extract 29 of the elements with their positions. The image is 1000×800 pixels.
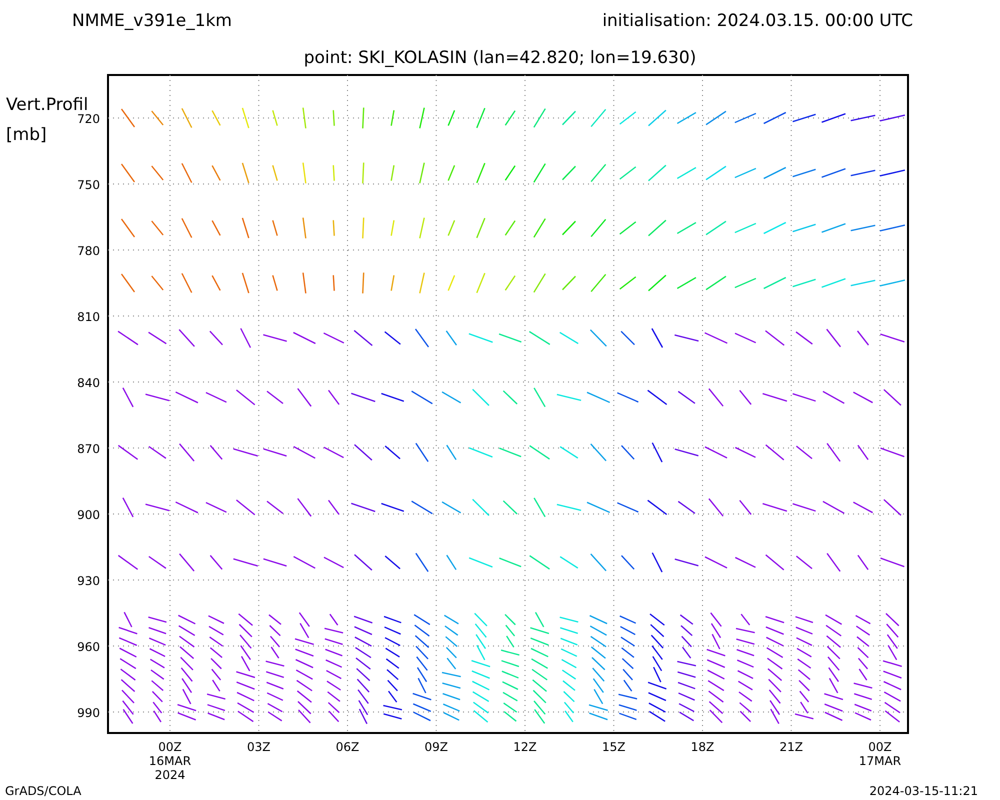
x-tick-label: 12Z [513,740,537,754]
x-tick-label: 00Z [868,740,892,754]
y-tick-label: 990 [77,706,100,720]
y-axis-unit: [mb] [6,125,47,145]
x-date-label: 17MAR [858,754,902,768]
footer-timestamp: 2024-03-15-11:21 [869,784,978,798]
x-tick-label: 09Z [424,740,448,754]
x-date-label: 2024 [154,768,186,782]
y-tick-label: 840 [77,376,100,390]
x-tick-label: 06Z [336,740,360,754]
x-tick-label: 21Z [780,740,803,754]
x-date-label: 16MAR [148,754,192,768]
y-tick-label: 720 [77,112,100,126]
y-tick-label: 810 [77,310,100,324]
footer-credit: GrADS/COLA [5,784,82,798]
point-text: point: SKI_KOLASIN (lan=42.820; lon=19.630) [304,48,696,68]
y-axis-label: Vert.Profil [6,95,88,115]
initialisation-text: initialisation: 2024.03.15. 00:00 UTC [602,11,913,31]
x-tick-label: 00Z [158,740,182,754]
y-tick-label: 870 [77,442,100,456]
x-tick-label: 18Z [690,740,714,754]
x-tick-label: 03Z [247,740,270,754]
y-tick-label: 750 [77,178,100,192]
y-tick-label: 930 [77,574,100,588]
model-title: NMME_v391e_1km [72,11,232,31]
x-tick-label: 15Z [602,740,626,754]
y-tick-label: 780 [77,244,100,258]
y-tick-label: 900 [77,508,100,522]
y-tick-label: 960 [77,640,100,654]
